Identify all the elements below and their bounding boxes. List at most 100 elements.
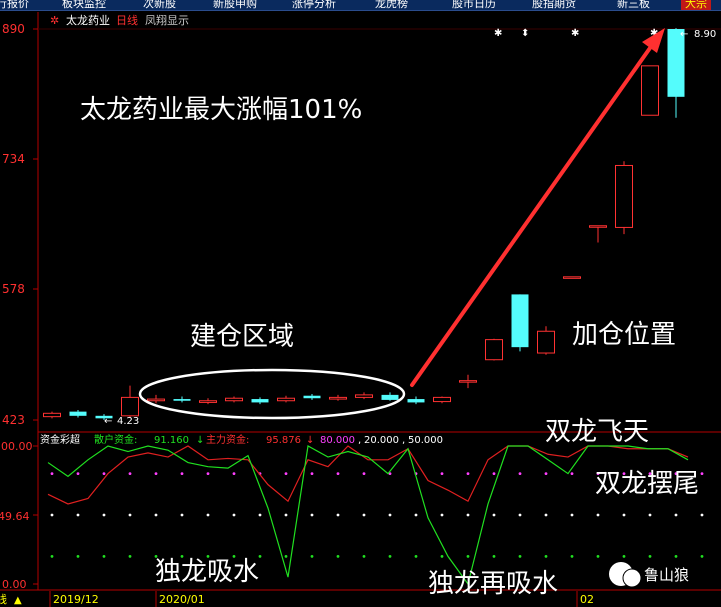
time-label-dec: 2019/12 [53,593,99,606]
level-dot [622,555,626,558]
level-dot [102,472,106,475]
price-label-bottom: 423 [2,413,25,427]
level-dot [154,472,158,475]
level-dot [570,472,574,475]
candlestick-series [43,28,685,420]
retail-fund-label: 散户资金: [94,433,137,446]
level-dot [50,513,54,517]
level-dot [570,513,574,517]
stock-chart-window: 行报价 板块监控 次新股 新股申购 涨停分析 龙虎榜 股市日历 股指期货 新三板… [0,0,721,607]
level-dot [258,555,262,558]
level-dot [648,513,652,517]
indicator-axis: 100.00 49.64 0.00 [0,440,38,591]
settings-gear-icon[interactable]: ✲ [50,14,59,27]
level-dot [284,555,288,558]
double-dragon-fly-caption: 双龙飞天 [545,417,649,447]
level-80: 80.000 [320,435,355,446]
level-dot [440,555,444,558]
level-dot [414,513,418,517]
level-dot [50,555,54,558]
level-20: 20.000 [364,435,399,446]
time-axis-marker: ▲ [14,595,22,606]
level-dot [336,513,340,517]
level-dot [362,555,366,558]
level-dot [622,513,626,517]
level-dot [674,513,678,517]
level-dot [492,472,496,475]
candle-body [563,276,581,279]
retail-fund-line [47,445,689,586]
max-gain-caption: 太龙药业最大涨幅101% [80,95,362,125]
candle-body [381,394,399,400]
period-label[interactable]: 日线 [116,13,138,27]
candle-body [615,164,633,228]
level-dot [128,472,132,475]
level-dot [336,472,340,475]
time-axis-lead: 线 [0,592,7,606]
candle-body [511,294,529,348]
level-dot [310,472,314,475]
candle-body [173,399,191,401]
chart-canvas: 890 734 578 423 ✲ 太龙药业 日线 凤翔显示 ✱ ⬍ ✱ ✱ ←… [0,12,721,607]
level-dot [180,472,184,475]
level-dot [388,513,392,517]
price-label-3: 578 [2,282,25,296]
watermark: 鲁山狼 [609,562,689,588]
level-dot [518,513,522,517]
price-axis: 890 734 578 423 [2,22,38,427]
level-dot [180,513,184,517]
main-down-arrow: ↓ [306,435,314,446]
candle-body [225,397,243,402]
level-dot [492,555,496,558]
candle-body [641,65,659,116]
level-dot [440,472,444,475]
level-dot [102,513,106,517]
level-dot [570,555,574,558]
level-dot [232,472,236,475]
indicator-label-mid: 49.64 [0,510,30,523]
level-dot [284,472,288,475]
event-marker: ✱ [494,28,502,39]
level-dot [258,513,262,517]
time-axis: 线 ▲ 2019/12 2020/01 02 [0,591,721,607]
low-price-value: 4.23 [117,416,139,427]
wechat-bubble-icon [622,568,642,588]
event-markers: ✱ ⬍ ✱ ✱ [494,28,658,39]
level-dot [336,555,340,558]
main-fund-line [47,445,689,505]
single-dragon-again-caption: 独龙再吸水 [428,569,558,599]
level-dot [206,472,210,475]
level-dot [284,513,288,517]
main-fund-value: 95.876 [266,435,301,446]
event-marker: ⬍ [521,28,529,39]
build-zone-caption: 建仓区域 [190,322,294,352]
indicator-header: 资金彩超 散户资金: 91.160 ↓ 主力资金: 95.876 ↓ 80.00… [40,433,443,446]
indicator-label-top: 100.00 [0,440,33,453]
display-mode[interactable]: 凤翔显示 [145,13,189,27]
main-fund-label: 主力资金: [206,433,249,446]
level-dot [518,472,522,475]
candle-body [69,411,87,416]
annotations: 太龙药业最大涨幅101% 建仓区域 加仓位置 双龙飞天 双龙摆尾 独龙吸水 独龙… [80,95,699,599]
level-dot [414,555,418,558]
level-dot [466,555,470,558]
price-label-top: 890 [2,22,25,36]
level-dot [76,472,80,475]
level-dot [700,472,704,475]
candle-body [303,395,321,399]
last-price-value: 8.90 [694,29,716,40]
retail-fund-value: 91.160 [154,435,189,446]
low-price-arrow: ← [104,416,112,427]
watermark-text: 鲁山狼 [644,566,689,584]
stock-name: 太龙药业 [66,14,110,27]
level-dot [544,513,548,517]
time-axis-bg [0,591,721,607]
level-50: 50.000 [408,435,443,446]
candle-body [459,380,477,383]
indicator-name: 资金彩超 [40,433,80,446]
level-dot [466,472,470,475]
level-dot [700,513,704,517]
level-dot [362,472,366,475]
level-dot [674,555,678,558]
level-sep-2: , [402,435,405,446]
